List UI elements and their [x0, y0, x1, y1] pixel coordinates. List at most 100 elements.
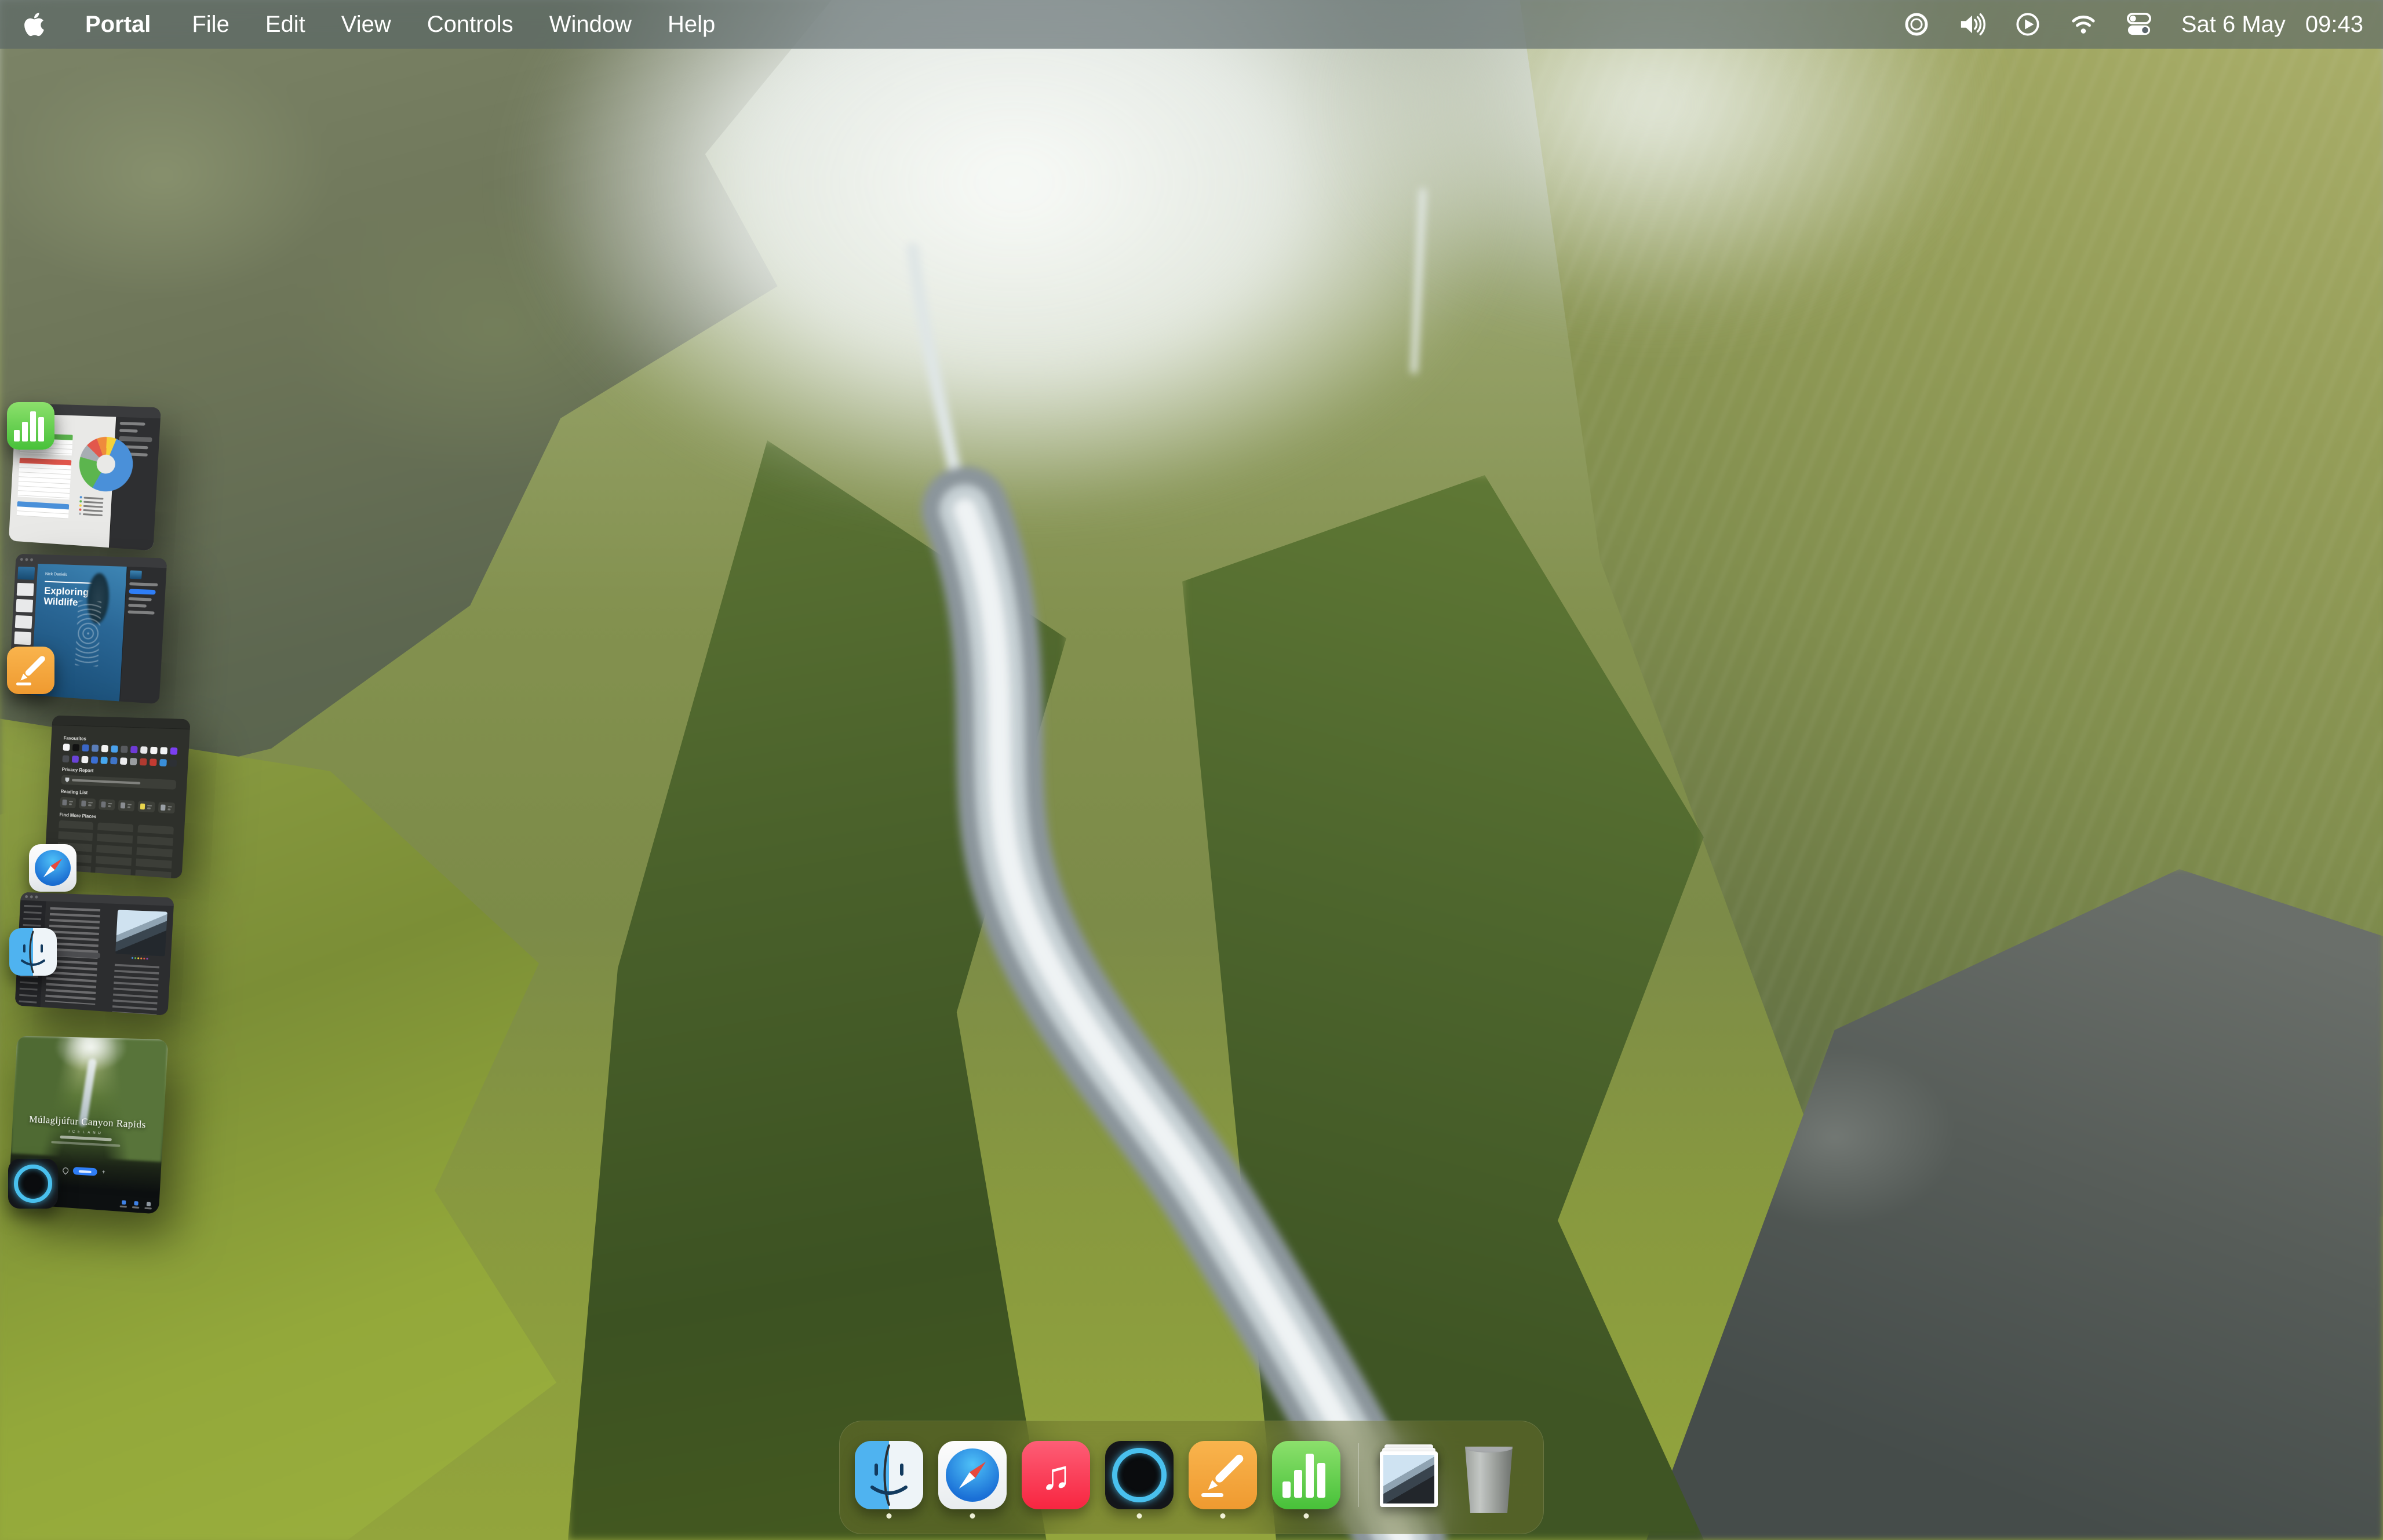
favourites-heading: Favourites: [63, 735, 178, 745]
active-app-menu[interactable]: Portal: [67, 0, 166, 49]
safari-icon: [938, 1441, 1007, 1509]
dock-item-music[interactable]: ♫: [1022, 1441, 1090, 1509]
file-metadata: [112, 960, 165, 1015]
clock-time: 09:43: [2305, 12, 2363, 38]
dock-item-trash[interactable]: [1460, 1441, 1528, 1509]
running-indicator: [887, 1513, 892, 1519]
add-icon[interactable]: +: [101, 1169, 105, 1176]
pages-icon: [1189, 1441, 1257, 1509]
finder-preview-pane: [109, 904, 174, 1016]
volume-icon[interactable]: [1959, 11, 1985, 38]
favicon-tile[interactable]: [110, 757, 118, 765]
dock-item-screenshots-stack[interactable]: [1376, 1441, 1445, 1509]
menu-bar-clock[interactable]: Sat 6 May 09:43: [2181, 12, 2363, 38]
favicon-tile[interactable]: [150, 758, 157, 766]
menu-bar-left: Portal FileEditViewControlsWindowHelp: [0, 0, 733, 49]
favicon-tile[interactable]: [101, 745, 108, 753]
running-indicator: [1220, 1513, 1226, 1519]
stage-window-portal[interactable]: Múlagljúfur Canyon Rapids ICELAND +: [10, 1036, 162, 1204]
portal-icon: [8, 1159, 58, 1209]
favicon-tile[interactable]: [130, 758, 137, 765]
favicon-tile[interactable]: [121, 746, 128, 753]
reading-list-card[interactable]: [158, 802, 175, 813]
menu-item[interactable]: Window: [531, 0, 650, 49]
reading-list-card[interactable]: [79, 798, 96, 809]
location-pin-icon: [61, 1166, 70, 1174]
favicon-tile[interactable]: [82, 745, 89, 752]
privacy-report-bar[interactable]: [61, 775, 176, 790]
dock-item-finder[interactable]: [855, 1441, 923, 1509]
favourites-row-1: [63, 743, 178, 754]
stage-window-numbers[interactable]: Budget: [10, 403, 156, 541]
favicon-tile[interactable]: [62, 756, 69, 762]
favicon-tile[interactable]: [130, 746, 138, 754]
favicon-tile[interactable]: [63, 743, 70, 750]
favicon-tile[interactable]: [91, 756, 98, 764]
favicon-tile[interactable]: [120, 757, 127, 765]
menu-item[interactable]: File: [174, 0, 247, 49]
favicon-tile[interactable]: [92, 745, 99, 752]
savings-table: [17, 501, 69, 519]
dock-item-safari[interactable]: [938, 1441, 1007, 1509]
finder-icon: [855, 1441, 923, 1509]
dock-item-portal[interactable]: [1105, 1441, 1174, 1509]
screenshots-stack-icon: [1376, 1441, 1441, 1509]
portal-play-button[interactable]: [73, 1167, 97, 1176]
running-indicator: [1137, 1513, 1142, 1519]
reading-list-row: [60, 797, 175, 814]
reading-list-card[interactable]: [138, 801, 155, 812]
favicon-tile[interactable]: [140, 746, 148, 754]
menu-item[interactable]: View: [323, 0, 409, 49]
expenses-table: [17, 458, 71, 499]
menu-bar: Portal FileEditViewControlsWindowHelp Sa…: [0, 0, 2383, 49]
dock-item-numbers[interactable]: [1272, 1441, 1340, 1509]
reading-list-card[interactable]: [118, 800, 135, 812]
apple-menu-icon[interactable]: [23, 10, 46, 38]
favicon-tile[interactable]: [169, 760, 177, 767]
portal-icon: [1105, 1441, 1174, 1509]
favicon-tile[interactable]: [81, 756, 88, 764]
safari-toolbar: [52, 716, 191, 729]
pages-icon: [7, 647, 54, 694]
menu-item[interactable]: Controls: [409, 0, 531, 49]
stage-window-finder[interactable]: [16, 892, 170, 1006]
stage-window-safari[interactable]: Favourites Privacy Report Reading List F…: [46, 716, 185, 870]
favicon-tile[interactable]: [72, 744, 79, 751]
chart-legend: [79, 496, 104, 516]
dock: ♫: [839, 1421, 1544, 1534]
desktop-wallpaper: [0, 0, 2383, 1540]
favicon-tile[interactable]: [111, 745, 118, 753]
menu-item[interactable]: Edit: [247, 0, 323, 49]
finder-icon: [9, 928, 57, 976]
stage-window-pages[interactable]: Nick Daniels Exploring Wildlife: [10, 554, 162, 694]
shield-icon: [65, 777, 69, 782]
running-indicator: [970, 1513, 975, 1519]
favicon-tile[interactable]: [159, 759, 167, 767]
trash-icon: [1460, 1441, 1518, 1513]
favourites-row-2: [62, 756, 177, 767]
focus-ring-icon[interactable]: [1903, 11, 1930, 38]
app-menus: FileEditViewControlsWindowHelp: [174, 0, 733, 49]
music-icon: ♫: [1022, 1441, 1090, 1509]
reading-list-card[interactable]: [60, 797, 76, 808]
clock-date: Sat 6 May: [2181, 12, 2286, 38]
preview-image: [115, 910, 167, 956]
favicon-tile[interactable]: [140, 758, 147, 766]
file-tags: [115, 956, 165, 961]
menu-bar-status: Sat 6 May 09:43: [1903, 11, 2383, 38]
favicon-tile[interactable]: [100, 757, 107, 764]
reading-list-card[interactable]: [99, 799, 115, 811]
now-playing-icon[interactable]: [2014, 11, 2041, 38]
favicon-tile[interactable]: [160, 747, 167, 754]
favicon-tile[interactable]: [170, 747, 177, 755]
dock-item-pages[interactable]: [1189, 1441, 1257, 1509]
menu-item[interactable]: Help: [650, 0, 733, 49]
running-indicator: [1304, 1513, 1309, 1519]
favicon-tile[interactable]: [72, 756, 79, 763]
numbers-icon: [7, 402, 54, 450]
favicon-tile[interactable]: [150, 747, 158, 754]
numbers-icon: [1272, 1441, 1340, 1509]
control-center-icon[interactable]: [2126, 11, 2152, 38]
dock-separator: [1358, 1443, 1359, 1507]
wifi-icon[interactable]: [2070, 11, 2097, 38]
